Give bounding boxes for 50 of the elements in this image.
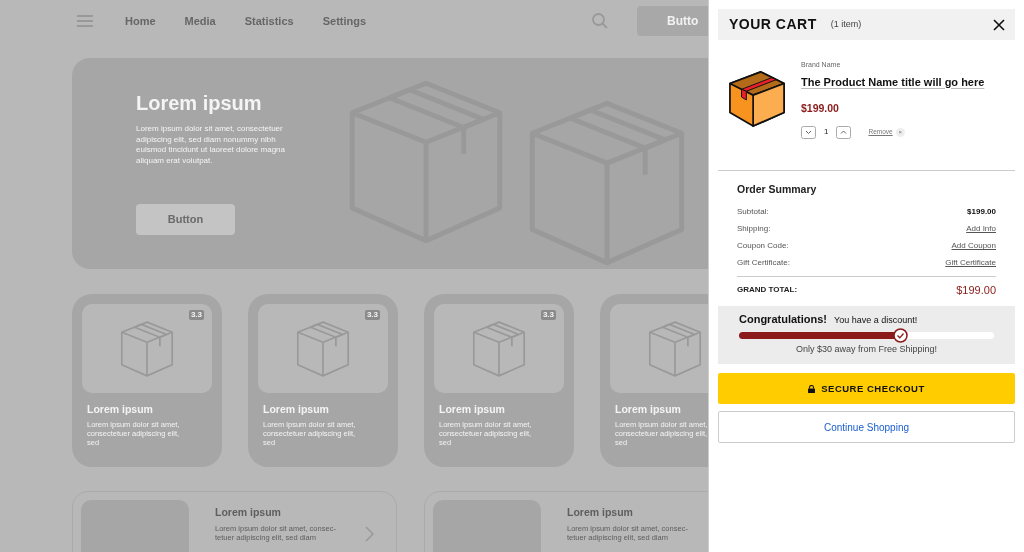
summary-link[interactable]: Gift Certificate (945, 257, 996, 270)
product-price: $199.00 (801, 101, 840, 116)
package-icon (728, 70, 786, 128)
lock-icon (808, 384, 816, 393)
summary-value: $199.00 (967, 206, 996, 219)
checkout-button[interactable]: SECURE CHECKOUT (718, 373, 1015, 405)
increase-button[interactable] (836, 125, 852, 139)
box-icon (295, 320, 351, 377)
summary-title: Order Summary (737, 182, 818, 197)
box-icon (471, 320, 527, 377)
close-icon[interactable] (993, 18, 1005, 31)
discount-message: You have a discount! (834, 314, 918, 328)
rating-badge: 3.3 (540, 310, 556, 320)
grand-total-label: GRAND TOTAL: (737, 284, 798, 296)
quantity-value: 1 (824, 126, 829, 139)
shipping-note: Only $30 away from Free Shipping! (794, 342, 939, 356)
nav-link[interactable]: Media (184, 12, 216, 30)
nav-link[interactable]: Statistics (244, 12, 294, 30)
rating-badge: 3.3 (364, 310, 380, 320)
grand-total-value: $199.00 (956, 282, 996, 298)
continue-shopping-button[interactable]: Continue Shopping (718, 411, 1015, 444)
card-title: Lorem ipsum (215, 505, 282, 520)
card-title: Lorem ipsum (87, 402, 154, 417)
card-title: Lorem ipsum (615, 402, 682, 417)
nav-button[interactable]: Butto (637, 6, 708, 36)
decrease-button[interactable] (801, 125, 816, 139)
hero-text: Lorem ipsum dolor sit amet, consectetuer adipiscing elit, sed diam nonummy nibh euismod tincidunt ut laoreet dolore magna aliquam erat volutpat. (136, 124, 286, 166)
cart-title: YOUR CART (729, 15, 817, 34)
hero-title: Lorem ipsum (136, 91, 263, 115)
box-icon (647, 320, 703, 377)
hero-button[interactable]: Button (136, 204, 235, 235)
discount-headline: Congratulations! (739, 312, 827, 328)
rating-badge: 3.3 (188, 310, 204, 320)
summary-label: Coupon Code: (737, 240, 789, 253)
box-icon (119, 320, 175, 377)
card-title: Lorem ipsum (567, 505, 634, 520)
item-count: (1 item) (830, 17, 862, 31)
card-title: Lorem ipsum (439, 402, 506, 417)
summary-label: Gift Certificate: (737, 257, 790, 270)
card-title: Lorem ipsum (263, 402, 330, 417)
summary-link[interactable]: Add Info (966, 223, 996, 236)
nav-link[interactable]: Settings (322, 12, 367, 30)
nav-link[interactable]: Home (125, 12, 156, 30)
menu-icon[interactable] (77, 14, 93, 28)
chevron-right-icon[interactable] (365, 526, 374, 542)
summary-label: Shipping: (737, 223, 771, 236)
product-name-link[interactable]: The Product Name title will go here (801, 73, 985, 90)
search-icon[interactable] (592, 13, 609, 29)
summary-label: Subtotal: (737, 206, 769, 219)
summary-link[interactable]: Add Coupon (951, 240, 996, 253)
